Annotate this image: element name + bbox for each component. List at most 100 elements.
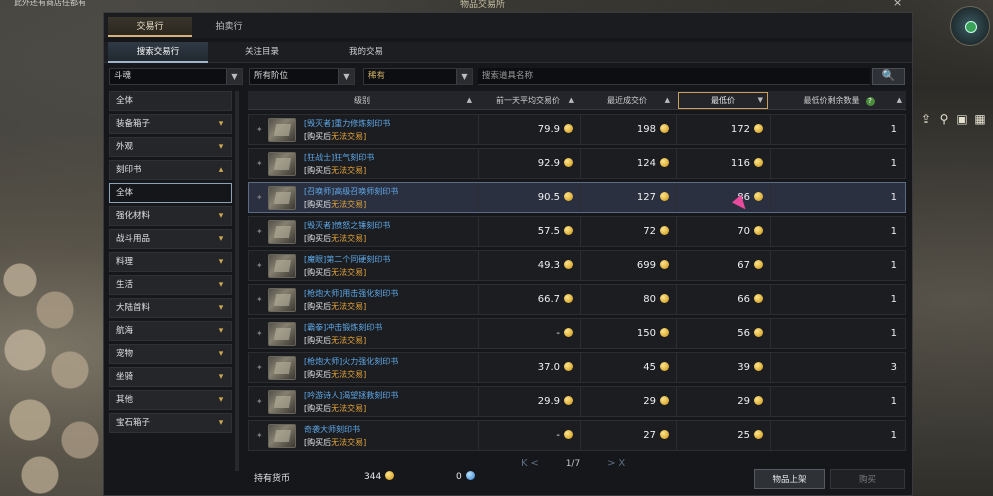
category-item[interactable]: 外观 ▾ [109, 137, 232, 157]
category-item[interactable]: 装备箱子 ▾ [109, 114, 232, 134]
pin-icon[interactable]: ✦ [256, 329, 263, 338]
help-icon[interactable]: ? [865, 97, 875, 106]
table-header: 级别 ▲ 前一天平均交易价 ▲ 最近成交价 ▲ 最低价 ▼ 最低价剩余数量? ▲ [248, 91, 906, 110]
category-item[interactable]: 强化材料 ▾ [109, 206, 232, 226]
gold-coin-icon [660, 124, 669, 133]
category-item[interactable]: 宝石箱子 ▾ [109, 413, 232, 433]
item-note-text: [购买后 [304, 268, 332, 277]
tier-select[interactable]: 所有阶位 ▼ [249, 68, 355, 85]
col-recent-price[interactable]: 最近成交价 ▲ [580, 91, 674, 110]
last-page-button[interactable]: X [618, 458, 625, 469]
category-item[interactable]: 全体 [109, 183, 232, 203]
close-icon[interactable]: × [893, 0, 902, 9]
item-table: ✦ [毁灭者]重力修炼刻印书 [购买后无法交易] 79.9 198 172 1 ✦ [狂战士]狂… [248, 114, 906, 454]
table-row[interactable]: ✦ [魔眼]第二个同硬刻印书 [购买后无法交易] 49.3 699 67 1 [248, 250, 906, 281]
col-min-price[interactable]: 最低价 ▼ [678, 92, 768, 109]
item-name: [狂战士]狂气刻印书 [304, 153, 375, 162]
pin-icon[interactable]: ✦ [256, 159, 263, 168]
gold-coin-icon [660, 158, 669, 167]
table-row[interactable]: ✦ [狂战士]狂气刻印书 [购买后无法交易] 92.9 124 116 1 [248, 148, 906, 179]
col-avg-price[interactable]: 前一天平均交易价 ▲ [478, 91, 578, 110]
table-row[interactable]: ✦ 奇袭大师刻印书 [购买后无法交易] - 27 25 1 [248, 420, 906, 451]
col-grade[interactable]: 级别 ▲ [248, 91, 476, 110]
category-item[interactable]: 全体 [109, 91, 232, 111]
sort-down-icon: ▼ [757, 96, 763, 104]
gold-coin-icon [385, 471, 395, 480]
recent-price-cell: 699 [583, 251, 669, 280]
search-input[interactable] [478, 68, 870, 85]
recent-price-cell: 198 [583, 115, 669, 144]
gold-coin-icon [564, 430, 573, 439]
tab-auction[interactable]: 拍卖行 [194, 17, 264, 37]
search-people-icon[interactable]: ⚲ [936, 112, 952, 128]
item-note-warn: 无法交易] [331, 302, 367, 311]
class-select[interactable]: 斗魂 ▼ [109, 68, 243, 85]
table-row[interactable]: ✦ [枪炮大师]用击强化刻印书 [购买后无法交易] 66.7 80 66 1 [248, 284, 906, 315]
table-row[interactable]: ✦ [吟游诗人]渴望拯救刻印书 [购买后无法交易] 29.9 29 29 1 [248, 386, 906, 417]
gold-coin-icon [564, 192, 573, 201]
column-divider [770, 353, 771, 382]
avg-price-cell: 57.5 [481, 217, 573, 246]
table-row[interactable]: ✦ [毁灭者]愤怒之锤刻印书 [购买后无法交易] 57.5 72 70 1 [248, 216, 906, 247]
pin-icon[interactable]: ✦ [256, 193, 263, 202]
category-item[interactable]: 刻印书 ▴ [109, 160, 232, 180]
table-row[interactable]: ✦ [毁灭者]重力修炼刻印书 [购买后无法交易] 79.9 198 172 1 [248, 114, 906, 145]
category-scrollbar[interactable] [235, 91, 239, 471]
gold-coin-icon [754, 158, 763, 167]
table-row[interactable]: ✦ [召唤师]高级召唤师刻印书 [购买后无法交易] 90.5 127 86 1 [248, 182, 906, 213]
pin-icon[interactable]: ✦ [256, 431, 263, 440]
pin-icon[interactable]: ✦ [256, 125, 263, 134]
grid-icon[interactable]: ▦ [972, 112, 988, 128]
avg-price-value: 79.9 [537, 124, 560, 135]
category-item[interactable]: 其他 ▾ [109, 390, 232, 410]
category-item[interactable]: 坐骑 ▾ [109, 367, 232, 387]
currency-label: 持有货币 [254, 474, 291, 484]
list-item-button[interactable]: 物品上架 [754, 469, 825, 489]
col-min-qty[interactable]: 最低价剩余数量? ▲ [772, 91, 906, 110]
pin-icon[interactable]: ✦ [256, 261, 263, 270]
column-divider [478, 217, 479, 246]
tab-my-trades[interactable]: 我的交易 [316, 42, 416, 63]
pin-icon[interactable]: ✦ [256, 363, 263, 372]
recent-price-cell: 72 [583, 217, 669, 246]
prev-page-button[interactable]: < [530, 458, 538, 469]
item-note-warn: 无法交易] [331, 132, 367, 141]
tab-watchlist[interactable]: 关注目录 [212, 42, 312, 63]
table-row[interactable]: ✦ [枪炮大师]火力强化刻印书 [购买后无法交易] 37.0 45 39 3 [248, 352, 906, 383]
item-note-text: [购买后 [304, 302, 332, 311]
column-divider [770, 217, 771, 246]
category-item[interactable]: 大陆首料 ▾ [109, 298, 232, 318]
grade-select[interactable]: 稀有 ▼ [363, 68, 473, 85]
column-divider [676, 149, 677, 178]
next-page-button[interactable]: > [607, 458, 615, 469]
min-price-value: 67 [737, 260, 750, 271]
tab-search-exchange[interactable]: 搜索交易行 [108, 42, 208, 63]
category-label: 其他 [116, 395, 134, 405]
minimap[interactable] [950, 6, 990, 46]
table-row[interactable]: ✦ [霸拳]冲击锻炼刻印书 [购买后无法交易] - 150 56 1 [248, 318, 906, 349]
search-button[interactable]: 🔍 [872, 68, 905, 85]
column-divider [580, 149, 581, 178]
grade-select-value: 稀有 [368, 71, 386, 81]
recent-price-value: 699 [636, 260, 656, 271]
min-price-value: 172 [730, 124, 750, 135]
upload-icon[interactable]: ⇪ [918, 112, 934, 128]
item-name: [毁灭者]愤怒之锤刻印书 [304, 221, 391, 230]
category-item[interactable]: 宠物 ▾ [109, 344, 232, 364]
tab-exchange[interactable]: 交易行 [108, 17, 192, 37]
category-item[interactable]: 航海 ▾ [109, 321, 232, 341]
category-item[interactable]: 料理 ▾ [109, 252, 232, 272]
gold-coin-icon [754, 294, 763, 303]
chest-icon[interactable]: ▣ [954, 112, 970, 128]
buy-button[interactable]: 购买 [830, 469, 905, 489]
item-note: [购买后无法交易] [304, 335, 366, 346]
column-divider [770, 149, 771, 178]
pin-icon[interactable]: ✦ [256, 397, 263, 406]
pin-icon[interactable]: ✦ [256, 227, 263, 236]
min-price-value: 29 [737, 396, 750, 407]
category-item[interactable]: 生活 ▾ [109, 275, 232, 295]
first-page-button[interactable]: K [521, 458, 528, 469]
category-item[interactable]: 战斗用品 ▾ [109, 229, 232, 249]
pin-icon[interactable]: ✦ [256, 295, 263, 304]
recent-price-value: 127 [636, 192, 656, 203]
